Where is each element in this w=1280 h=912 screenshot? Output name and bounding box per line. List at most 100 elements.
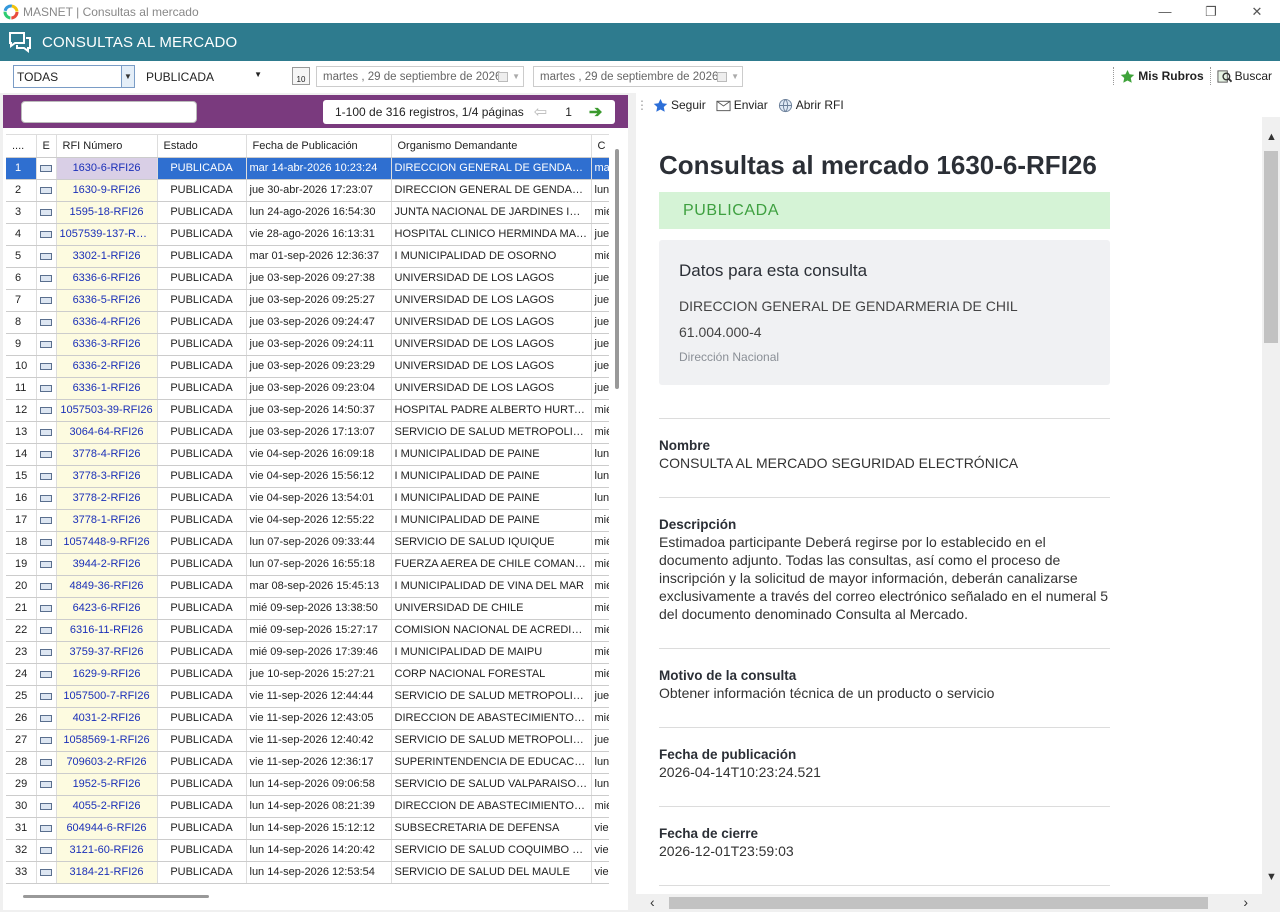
rfi-number[interactable]: 6336-1-RFI26 bbox=[56, 377, 158, 400]
table-row[interactable]: 16 3778-2-RFI26 PUBLICADA vie 04-sep-2026 1… bbox=[6, 487, 609, 510]
rfi-number[interactable]: 4031-2-RFI26 bbox=[56, 707, 158, 730]
table-row[interactable]: 28 709603-2-RFI26 PUBLICADA vie 11-sep-2026… bbox=[6, 751, 609, 774]
table-row[interactable]: 6 6336-6-RFI26 PUBLICADA jue 03-sep-2026 09… bbox=[6, 267, 609, 290]
row-status-cell[interactable] bbox=[36, 817, 57, 840]
date-to-picker[interactable]: martes , 29 de septiembre de 2026 ▼ bbox=[533, 66, 743, 87]
row-status-cell[interactable] bbox=[36, 685, 57, 708]
table-row[interactable]: 9 6336-3-RFI26 PUBLICADA jue 03-sep-2026 09… bbox=[6, 333, 609, 356]
row-status-cell[interactable] bbox=[36, 597, 57, 620]
table-row[interactable]: 3 1595-18-RFI26 PUBLICADA lun 24-ago-2026 1… bbox=[6, 201, 609, 224]
row-status-cell[interactable] bbox=[36, 399, 57, 422]
arrow-left-icon[interactable]: ⇦ bbox=[534, 102, 547, 122]
rfi-number[interactable]: 6336-5-RFI26 bbox=[56, 289, 158, 312]
rfi-number[interactable]: 604944-6-RFI26 bbox=[56, 817, 158, 840]
rfi-number[interactable]: 4849-36-RFI26 bbox=[56, 575, 158, 598]
col-header-cierre[interactable]: C bbox=[591, 135, 609, 158]
scroll-up-icon[interactable]: ▲ bbox=[1266, 131, 1277, 143]
col-header-rfi[interactable]: RFI Número bbox=[56, 135, 158, 158]
row-status-cell[interactable] bbox=[36, 201, 57, 224]
rfi-number[interactable]: 709603-2-RFI26 bbox=[56, 751, 158, 774]
table-row[interactable]: 20 4849-36-RFI26 PUBLICADA mar 08-sep-2026 … bbox=[6, 575, 609, 598]
row-status-cell[interactable] bbox=[36, 729, 57, 752]
row-status-cell[interactable] bbox=[36, 157, 57, 180]
table-row[interactable]: 31 604944-6-RFI26 PUBLICADA lun 14-sep-2026… bbox=[6, 817, 609, 840]
scroll-right-icon[interactable]: › bbox=[1243, 894, 1248, 910]
rfi-number[interactable]: 1952-5-RFI26 bbox=[56, 773, 158, 796]
row-status-cell[interactable] bbox=[36, 179, 57, 202]
rfi-number[interactable]: 6336-4-RFI26 bbox=[56, 311, 158, 334]
rfi-number[interactable]: 4055-2-RFI26 bbox=[56, 795, 158, 818]
col-header-fecha[interactable]: Fecha de Publicación bbox=[246, 135, 392, 158]
row-status-cell[interactable] bbox=[36, 509, 57, 532]
table-row[interactable]: 25 1057500-7-RFI26 PUBLICADA vie 11-sep-202… bbox=[6, 685, 609, 708]
rfi-number[interactable]: 3121-60-RFI26 bbox=[56, 839, 158, 862]
row-status-cell[interactable] bbox=[36, 245, 57, 268]
table-row[interactable]: 22 6316-11-RFI26 PUBLICADA mié 09-sep-2026 … bbox=[6, 619, 609, 642]
rfi-number[interactable]: 6423-6-RFI26 bbox=[56, 597, 158, 620]
row-status-cell[interactable] bbox=[36, 531, 57, 554]
table-row[interactable]: 2 1630-9-RFI26 PUBLICADA jue 30-abr-2026 17… bbox=[6, 179, 609, 202]
rfi-number[interactable]: 3759-37-RFI26 bbox=[56, 641, 158, 664]
abrir-rfi-button[interactable]: Abrir RFI bbox=[778, 98, 844, 113]
table-row[interactable]: 27 1058569-1-RFI26 PUBLICADA vie 11-sep-202… bbox=[6, 729, 609, 752]
col-header-e[interactable]: E bbox=[36, 135, 57, 158]
rfi-number[interactable]: 1057503-39-RFI26 bbox=[56, 399, 158, 422]
grid-horizontal-scrollbar[interactable] bbox=[23, 895, 209, 898]
calendar-icon[interactable]: 10 bbox=[292, 67, 310, 85]
row-status-cell[interactable] bbox=[36, 641, 57, 664]
col-header-index[interactable]: .... bbox=[6, 135, 37, 158]
rfi-number[interactable]: 3778-1-RFI26 bbox=[56, 509, 158, 532]
rfi-number[interactable]: 6336-3-RFI26 bbox=[56, 333, 158, 356]
table-row[interactable]: 10 6336-2-RFI26 PUBLICADA jue 03-sep-2026 0… bbox=[6, 355, 609, 378]
rfi-number[interactable]: 3184-21-RFI26 bbox=[56, 861, 158, 884]
table-row[interactable]: 1 1630-6-RFI26 PUBLICADA mar 14-abr-2026 10… bbox=[6, 157, 609, 180]
row-status-cell[interactable] bbox=[36, 861, 57, 884]
chevron-down-icon[interactable]: ▼ bbox=[731, 72, 739, 81]
table-row[interactable]: 14 3778-4-RFI26 PUBLICADA vie 04-sep-2026 1… bbox=[6, 443, 609, 466]
scroll-left-icon[interactable]: ‹ bbox=[650, 894, 655, 910]
row-status-cell[interactable] bbox=[36, 267, 57, 290]
rfi-number[interactable]: 1057448-9-RFI26 bbox=[56, 531, 158, 554]
mis-rubros-button[interactable]: Mis Rubros bbox=[1120, 69, 1204, 84]
rfi-number[interactable]: 1595-18-RFI26 bbox=[56, 201, 158, 224]
rfi-number[interactable]: 6316-11-RFI26 bbox=[56, 619, 158, 642]
row-status-cell[interactable] bbox=[36, 487, 57, 510]
seguir-button[interactable]: Seguir bbox=[653, 98, 706, 113]
rfi-number[interactable]: 1630-6-RFI26 bbox=[56, 157, 158, 180]
grid-vertical-scrollbar[interactable] bbox=[615, 149, 619, 389]
table-row[interactable]: 4 1057539-137-RFI26 PUBLICADA vie 28-ago-20… bbox=[6, 223, 609, 246]
row-status-cell[interactable] bbox=[36, 619, 57, 642]
table-row[interactable]: 7 6336-5-RFI26 PUBLICADA jue 03-sep-2026 09… bbox=[6, 289, 609, 312]
enviar-button[interactable]: Enviar bbox=[716, 98, 768, 112]
detail-horizontal-scrollbar[interactable]: ‹ › bbox=[636, 894, 1262, 912]
row-status-cell[interactable] bbox=[36, 333, 57, 356]
row-status-cell[interactable] bbox=[36, 223, 57, 246]
detail-vertical-scrollbar[interactable]: ▲ ▼ bbox=[1262, 127, 1280, 887]
rfi-number[interactable]: 3302-1-RFI26 bbox=[56, 245, 158, 268]
table-row[interactable]: 23 3759-37-RFI26 PUBLICADA mié 09-sep-2026 … bbox=[6, 641, 609, 664]
rfi-number[interactable]: 3778-3-RFI26 bbox=[56, 465, 158, 488]
row-status-cell[interactable] bbox=[36, 311, 57, 334]
table-row[interactable]: 8 6336-4-RFI26 PUBLICADA jue 03-sep-2026 09… bbox=[6, 311, 609, 334]
type-filter-select[interactable]: TODAS ▼ bbox=[13, 65, 135, 88]
table-row[interactable]: 19 3944-2-RFI26 PUBLICADA lun 07-sep-2026 1… bbox=[6, 553, 609, 576]
table-row[interactable]: 11 6336-1-RFI26 PUBLICADA jue 03-sep-2026 0… bbox=[6, 377, 609, 400]
date-from-picker[interactable]: martes , 29 de septiembre de 2026 ▼ bbox=[316, 66, 524, 87]
row-status-cell[interactable] bbox=[36, 377, 57, 400]
rfi-number[interactable]: 6336-2-RFI26 bbox=[56, 355, 158, 378]
rfi-number[interactable]: 1057500-7-RFI26 bbox=[56, 685, 158, 708]
table-row[interactable]: 21 6423-6-RFI26 PUBLICADA mié 09-sep-2026 1… bbox=[6, 597, 609, 620]
rfi-number[interactable]: 1629-9-RFI26 bbox=[56, 663, 158, 686]
row-status-cell[interactable] bbox=[36, 575, 57, 598]
rfi-number[interactable]: 3944-2-RFI26 bbox=[56, 553, 158, 576]
scroll-thumb[interactable] bbox=[1264, 151, 1278, 343]
checkbox-icon[interactable] bbox=[498, 71, 508, 82]
table-row[interactable]: 32 3121-60-RFI26 PUBLICADA lun 14-sep-2026 … bbox=[6, 839, 609, 862]
row-status-cell[interactable] bbox=[36, 707, 57, 730]
row-status-cell[interactable] bbox=[36, 443, 57, 466]
row-status-cell[interactable] bbox=[36, 289, 57, 312]
minimize-button[interactable]: — bbox=[1142, 0, 1188, 23]
row-status-cell[interactable] bbox=[36, 663, 57, 686]
row-status-cell[interactable] bbox=[36, 355, 57, 378]
row-status-cell[interactable] bbox=[36, 421, 57, 444]
